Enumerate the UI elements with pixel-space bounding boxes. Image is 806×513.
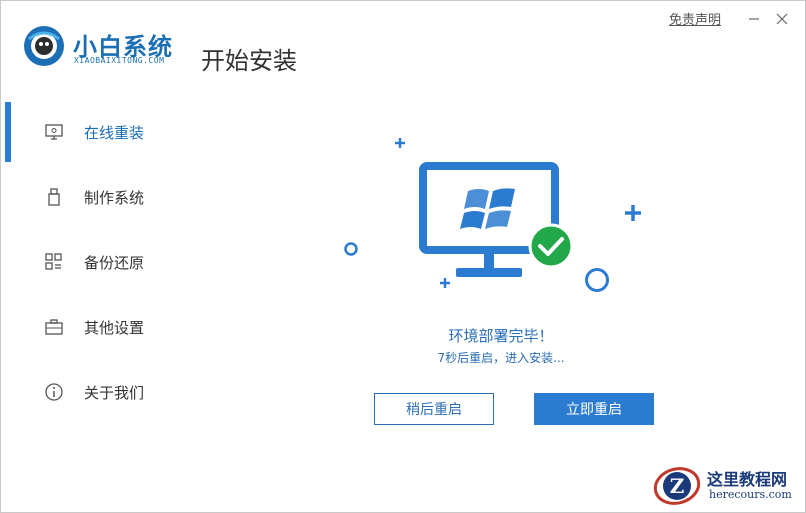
sidebar-item-label: 关于我们 xyxy=(84,383,145,402)
logo-icon xyxy=(24,26,64,66)
check-circle-icon xyxy=(528,223,574,269)
sidebar-item-label: 在线重装 xyxy=(84,123,145,142)
active-indicator xyxy=(5,102,11,162)
minimize-button[interactable] xyxy=(743,10,765,28)
watermark-text: 这里教程网 xyxy=(707,470,788,489)
brand-subtitle: XIAOBAIXITONG.COM xyxy=(74,56,165,65)
plus-icon xyxy=(395,138,405,148)
sidebar-item-about-us[interactable]: 关于我们 xyxy=(1,362,211,422)
install-complete-illustration xyxy=(344,138,641,292)
countdown-text: 7秒后重启，进入安装... xyxy=(437,351,565,365)
page-title: 开始安装 xyxy=(201,47,297,75)
briefcase-icon xyxy=(45,319,63,335)
plus-icon xyxy=(440,278,450,288)
ring-icon xyxy=(585,268,609,292)
sidebar-item-online-reinstall[interactable]: 在线重装 xyxy=(1,102,211,162)
minimize-icon xyxy=(749,17,759,20)
watermark-url: herecours.com xyxy=(709,488,792,501)
svg-text:Z: Z xyxy=(670,474,685,498)
sidebar-item-make-system[interactable]: 制作系统 xyxy=(1,167,211,227)
sidebar: 在线重装 制作系统 备份还原 其他设置 关于我们 xyxy=(1,99,211,429)
usb-icon xyxy=(48,188,60,206)
restart-now-button[interactable]: 立即重启 xyxy=(534,393,654,425)
status-title: 环境部署完毕！ xyxy=(448,327,554,345)
sidebar-item-backup-restore[interactable]: 备份还原 xyxy=(1,232,211,292)
plus-icon xyxy=(625,205,641,221)
sidebar-item-label: 备份还原 xyxy=(84,253,145,272)
main-content: 环境部署完毕！ 7秒后重启，进入安装... 稍后重启 立即重启 xyxy=(331,121,691,441)
window-controls: 免责声明 xyxy=(669,9,793,28)
monitor-icon xyxy=(45,124,63,140)
installer-window: 小白系统 XIAOBAIXITONG.COM 开始安装 免责声明 在线重装 制作… xyxy=(0,0,806,513)
header: 小白系统 XIAOBAIXITONG.COM 开始安装 免责声明 xyxy=(1,1,805,89)
grid-icon xyxy=(45,253,62,270)
watermark-logo-icon: Z xyxy=(653,467,701,505)
info-icon xyxy=(45,383,63,401)
watermark: Z 这里教程网 herecours.com xyxy=(651,464,801,508)
sidebar-item-label: 制作系统 xyxy=(84,188,145,207)
sidebar-item-label: 其他设置 xyxy=(84,318,145,337)
close-button[interactable] xyxy=(771,10,793,28)
ring-icon xyxy=(344,242,358,256)
restart-later-button[interactable]: 稍后重启 xyxy=(374,393,494,425)
disclaimer-link[interactable]: 免责声明 xyxy=(669,9,721,28)
sidebar-item-other-settings[interactable]: 其他设置 xyxy=(1,297,211,357)
close-icon xyxy=(776,13,788,24)
